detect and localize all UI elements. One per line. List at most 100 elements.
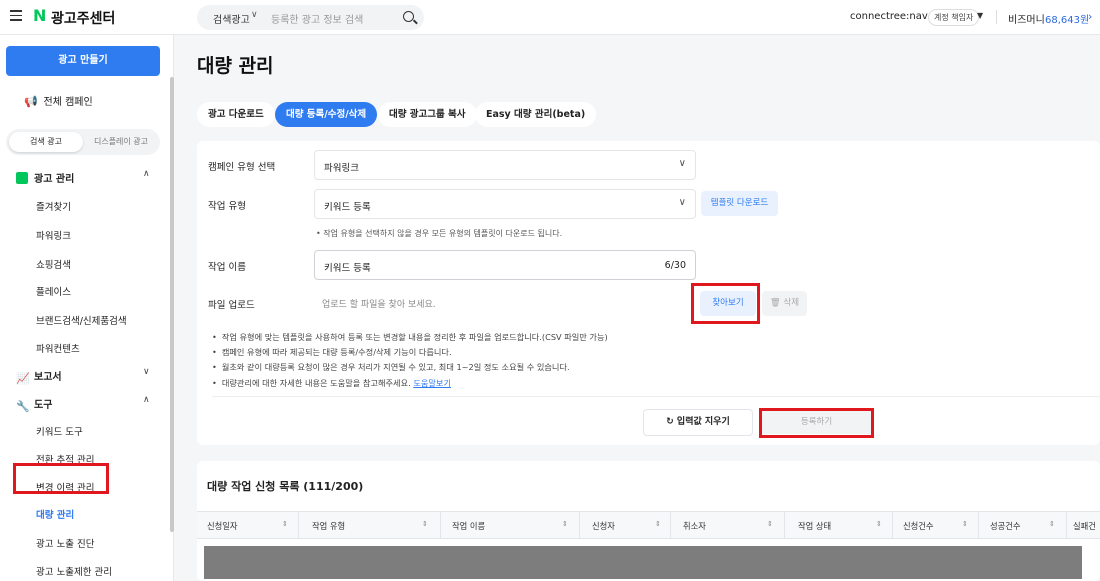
menu-group-label: 광고 관리 xyxy=(34,174,75,185)
top-bar: N 광고주센터 검색광고 ∨ 등록한 광고 정보 검색 connectree:n… xyxy=(0,0,1100,35)
column-header[interactable]: 신청일자 xyxy=(207,520,238,532)
caret-down-icon[interactable]: ▼ xyxy=(977,11,983,20)
tab-search-ads[interactable]: 검색 광고 xyxy=(9,132,83,152)
column-header[interactable]: 신청자 xyxy=(592,520,615,532)
clear-inputs-button[interactable]: ↻ 입력값 지우기 xyxy=(643,409,753,436)
column-header[interactable]: 신청건수 xyxy=(903,520,934,532)
search-type-select[interactable]: 검색광고 xyxy=(213,11,250,26)
list-item: 월초와 같이 대량등록 요청이 많은 경우 처리가 지연될 수 있고, 최대 1… xyxy=(212,360,608,375)
campaign-type-value: 파워링크 xyxy=(324,163,359,174)
tab-adgroup-copy[interactable]: 대량 광고그룹 복사 xyxy=(378,102,477,127)
divider xyxy=(212,396,1100,397)
sort-icon[interactable]: ⇕ xyxy=(282,520,288,528)
wrench-icon: 🔧 xyxy=(16,400,30,413)
job-type-select[interactable]: 키워드 등록 ∨ xyxy=(314,189,696,219)
note-text: 대량관리에 대한 자세한 내용은 도움말을 참고해주세요. xyxy=(221,377,411,388)
divider xyxy=(996,10,997,24)
search-icon[interactable] xyxy=(403,11,414,22)
list-item: 대량관리에 대한 자세한 내용은 도움말을 참고해주세요. 도움말보기 xyxy=(212,376,608,391)
sort-icon[interactable]: ⇕ xyxy=(876,520,882,528)
chevron-up-icon[interactable]: ∧ xyxy=(143,395,150,405)
bizmoney-value[interactable]: 68,643원 xyxy=(1045,11,1089,26)
menu-group-tools[interactable]: 🔧 도구 xyxy=(16,396,53,413)
clear-label: 입력값 지우기 xyxy=(676,417,730,427)
chevron-right-icon[interactable]: › xyxy=(1088,10,1092,23)
megaphone-icon: 📢 xyxy=(24,95,38,108)
sort-icon[interactable]: ⇕ xyxy=(767,520,773,528)
menu-group-label: 보고서 xyxy=(34,372,62,383)
sort-icon[interactable]: ⇕ xyxy=(962,520,968,528)
sidebar-item-brand-search[interactable]: 브랜드검색/신제품검색 xyxy=(36,313,127,327)
divider xyxy=(1066,512,1067,539)
tab-bulk-register[interactable]: 대량 등록/수정/삭제 xyxy=(275,102,378,127)
naver-logo-icon[interactable]: N xyxy=(33,8,47,24)
sidebar-item-shopping[interactable]: 쇼핑검색 xyxy=(36,257,71,271)
search-input[interactable]: 등록한 광고 정보 검색 xyxy=(271,11,363,26)
column-header[interactable]: 성공건수 xyxy=(990,520,1021,532)
divider xyxy=(440,512,441,539)
menu-icon[interactable] xyxy=(10,10,22,22)
bizmoney-label: 비즈머니 xyxy=(1008,15,1045,26)
sidebar-item-place[interactable]: 플레이스 xyxy=(36,284,71,298)
sidebar-item-bulk-manage[interactable]: 대량 관리 xyxy=(36,507,74,521)
job-name-value: 키워드 등록 xyxy=(324,263,371,274)
brand-title[interactable]: 광고주센터 xyxy=(51,8,115,28)
trash-icon: 🗑 xyxy=(769,298,781,308)
column-header[interactable]: 취소자 xyxy=(683,520,706,532)
column-header[interactable]: 작업 이름 xyxy=(452,520,485,532)
delete-label: 삭제 xyxy=(783,298,800,308)
delete-file-button[interactable]: 🗑 삭제 xyxy=(762,291,807,316)
notes-list: 작업 유형에 맞는 템플릿을 사용하여 등록 또는 변경할 내용을 정리한 후 … xyxy=(212,330,608,391)
divider xyxy=(579,512,580,539)
menu-group-ads[interactable]: 광고 관리 xyxy=(16,170,74,185)
column-header[interactable]: 실패건 xyxy=(1073,520,1096,532)
chevron-down-icon[interactable]: ∨ xyxy=(143,367,150,377)
column-header[interactable]: 작업 상태 xyxy=(798,520,831,532)
file-upload-field[interactable]: 업로드 할 파일을 찾아 보세요. xyxy=(322,297,436,310)
sort-icon[interactable]: ⇕ xyxy=(655,520,661,528)
tab-easy-bulk[interactable]: Easy 대량 관리(beta) xyxy=(475,102,597,127)
all-campaigns-link[interactable]: 📢 전체 캠페인 xyxy=(24,93,93,108)
sidebar-item-exposure-limit[interactable]: 광고 노출제한 관리 xyxy=(36,564,112,578)
chevron-up-icon[interactable]: ∧ xyxy=(143,169,150,179)
sidebar-item-powercontents[interactable]: 파워컨텐츠 xyxy=(36,341,80,355)
column-header[interactable]: 작업 유형 xyxy=(312,520,345,532)
account-name[interactable]: connectree:naver xyxy=(850,11,938,22)
chevron-down-icon[interactable]: ∨ xyxy=(251,10,258,20)
sort-icon[interactable]: ⇕ xyxy=(1049,520,1055,528)
job-name-label: 작업 이름 xyxy=(208,262,246,273)
account-role-badge: 계정 책임자 xyxy=(928,9,980,26)
template-download-button[interactable]: 템플릿 다운로드 xyxy=(701,191,778,216)
sidebar-item-exposure-diagnosis[interactable]: 광고 노출 진단 xyxy=(36,536,94,550)
create-ad-button[interactable]: 광고 만들기 xyxy=(6,46,160,76)
sort-icon[interactable]: ⇕ xyxy=(422,520,428,528)
sidebar-item-keyword-tool[interactable]: 키워드 도구 xyxy=(36,424,83,438)
menu-group-report[interactable]: 📈 보고서 xyxy=(16,368,62,385)
tab-ad-download[interactable]: 광고 다운로드 xyxy=(197,102,275,127)
menu-group-label: 도구 xyxy=(34,400,53,411)
tab-display-ads[interactable]: 디스플레이 광고 xyxy=(84,132,158,152)
table-header: 신청일자 ⇕ 작업 유형 ⇕ 작업 이름 ⇕ 신청자 ⇕ 취소자 ⇕ 작업 상태 ⇕ 신청건… xyxy=(197,511,1100,539)
sort-icon[interactable]: ⇕ xyxy=(562,520,568,528)
char-counter: 6/30 xyxy=(664,260,686,271)
chevron-down-icon: ∨ xyxy=(678,197,686,208)
file-upload-label: 파일 업로드 xyxy=(208,300,255,311)
divider xyxy=(978,512,979,539)
job-name-input[interactable]: 키워드 등록 6/30 xyxy=(314,250,696,280)
search-bar[interactable]: 검색광고 ∨ 등록한 광고 정보 검색 xyxy=(197,5,424,30)
refresh-icon: ↻ xyxy=(666,417,674,427)
campaign-type-select[interactable]: 파워링크 ∨ xyxy=(314,150,696,180)
list-item: 작업 유형에 맞는 템플릿을 사용하여 등록 또는 변경할 내용을 정리한 후 … xyxy=(212,330,608,345)
ads-manage-icon xyxy=(16,172,28,184)
bulk-form-card xyxy=(197,141,1100,445)
sidebar: 광고 만들기 📢 전체 캠페인 검색 광고 디스플레이 광고 광고 관리 ∧ 즐… xyxy=(0,35,174,581)
job-type-hint: • 작업 유형을 선택하지 않을 경우 모든 유형의 템플릿이 다운로드 됩니다… xyxy=(316,229,563,238)
help-link[interactable]: 도움말보기 xyxy=(413,378,451,388)
job-type-label: 작업 유형 xyxy=(208,201,246,212)
sidebar-item-powerlink[interactable]: 파워링크 xyxy=(36,228,71,242)
sidebar-item-favorites[interactable]: 즐겨찾기 xyxy=(36,199,71,213)
sidebar-scrollbar[interactable] xyxy=(170,77,174,532)
divider xyxy=(670,512,671,539)
request-list-title: 대량 작업 신청 목록 (111/200) xyxy=(207,480,364,493)
divider xyxy=(892,512,893,539)
